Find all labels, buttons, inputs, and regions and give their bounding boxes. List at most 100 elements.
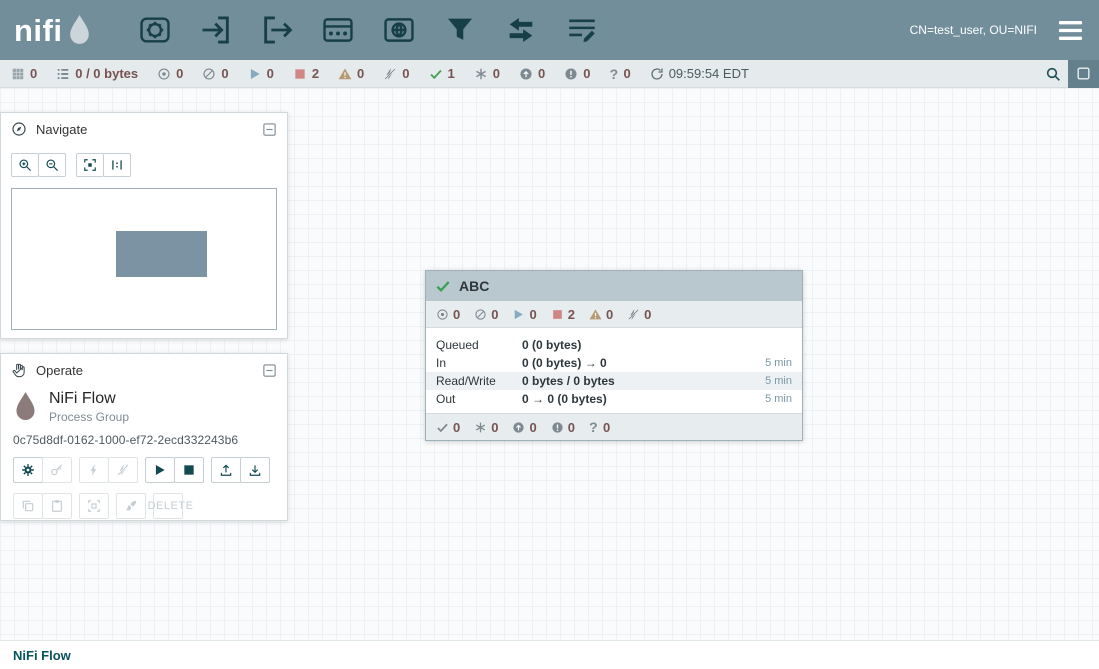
zoom-button-group [11, 153, 66, 177]
compass-icon [11, 121, 27, 137]
minimap-component-rect[interactable] [116, 231, 207, 277]
process-group-abc[interactable]: ABC 0 0 0 2 0 [425, 270, 803, 441]
fill-color-button[interactable] [116, 493, 146, 519]
collapse-operate-icon[interactable] [262, 363, 277, 378]
gear-icon [21, 463, 35, 477]
bolt-icon [87, 463, 101, 477]
collapse-navigate-icon[interactable] [262, 122, 277, 137]
enable-button[interactable] [79, 457, 109, 483]
access-policies-button[interactable] [42, 457, 72, 483]
processor-icon[interactable] [138, 13, 172, 47]
zoom-out-button[interactable] [38, 153, 66, 177]
stat-stopped: 2 [293, 66, 319, 81]
template-group [211, 457, 270, 483]
operate-flow-id: 0c75d8df-0162-1000-ef72-2ecd332243b6 [1, 424, 287, 447]
pg-not-transmitting-count: 0 [491, 307, 498, 322]
pg-locally-modified-stale-count: 0 [568, 420, 575, 435]
pg-stat-invalid: 0 [589, 307, 613, 322]
output-port-icon[interactable] [260, 13, 294, 47]
breadcrumb-root[interactable]: NiFi Flow [13, 648, 71, 663]
running-count: 0 [267, 66, 274, 81]
metric-window: 5 min [765, 393, 792, 405]
upload-template-icon [219, 463, 233, 477]
global-menu-icon[interactable] [1057, 20, 1084, 41]
queued-count: 0 / 0 bytes [75, 66, 138, 81]
key-icon [50, 463, 64, 477]
config-group [13, 457, 72, 483]
zoom-actual-size-button[interactable] [103, 153, 131, 177]
running-icon [248, 67, 262, 81]
pg-sync-failure-count: 0 [603, 420, 610, 435]
navigate-panel-header: Navigate [1, 113, 287, 145]
pg-running-count: 0 [529, 307, 536, 322]
disabled-icon [627, 308, 640, 321]
refresh-icon[interactable] [650, 67, 664, 81]
metric-value: 0 → 0 (0 bytes) [522, 392, 765, 406]
metric-row-in: In 0 (0 bytes) → 0 5 min [426, 354, 802, 372]
flow-status-bar: 0 0 / 0 bytes 0 0 0 2 0 0 [0, 60, 1099, 88]
stat-active-threads: 0 [11, 66, 37, 81]
operate-panel-header: Operate [1, 354, 287, 386]
upload-template-button[interactable] [211, 457, 241, 483]
navigate-panel-title: Navigate [36, 122, 262, 137]
pg-stat-transmitting: 0 [436, 307, 460, 322]
group-button[interactable] [79, 493, 109, 519]
bulletin-board-button[interactable] [1068, 60, 1099, 88]
stat-transmitting: 0 [157, 66, 183, 81]
template-icon[interactable] [504, 13, 538, 47]
pg-stat-not-transmitting: 0 [474, 307, 498, 322]
remote-process-group-icon[interactable] [382, 13, 416, 47]
zoom-fit-button[interactable] [76, 153, 104, 177]
pg-stat-disabled: 0 [627, 307, 651, 322]
download-template-icon [248, 463, 262, 477]
start-button[interactable] [145, 457, 175, 483]
disable-button[interactable] [108, 457, 138, 483]
birdseye-minimap[interactable] [11, 188, 277, 330]
clipboard-group [13, 493, 72, 519]
last-refresh-time: 09:59:54 EDT [669, 66, 749, 81]
run-group [145, 457, 204, 483]
configuration-button[interactable] [13, 457, 43, 483]
operate-flow-type: Process Group [49, 410, 129, 424]
active-threads-icon [11, 67, 25, 81]
locally-modified-icon [474, 67, 488, 81]
process-group-header: ABC [426, 271, 802, 301]
input-port-icon[interactable] [199, 13, 233, 47]
nifi-logo[interactable]: nifi [14, 14, 92, 47]
paste-button[interactable] [42, 493, 72, 519]
search-button[interactable] [1038, 60, 1068, 88]
pg-invalid-count: 0 [606, 307, 613, 322]
metric-value: 0 (0 bytes) [522, 338, 792, 352]
pg-transmitting-count: 0 [453, 307, 460, 322]
flow-canvas[interactable]: Navigate [0, 88, 1099, 640]
copy-button[interactable] [13, 493, 43, 519]
not-transmitting-icon [474, 308, 487, 321]
not-transmitting-count: 0 [221, 66, 228, 81]
zoom-in-icon [18, 158, 32, 172]
metric-row-queued: Queued 0 (0 bytes) [426, 336, 802, 354]
label-icon[interactable] [565, 13, 599, 47]
stat-disabled: 0 [383, 66, 409, 81]
process-group-version-footer: 0 0 0 0 ? 0 [426, 413, 802, 440]
statusbar-right [1038, 60, 1099, 87]
metric-window: 5 min [765, 357, 792, 369]
create-template-button[interactable] [240, 457, 270, 483]
metric-label: Read/Write [436, 374, 522, 388]
operate-toolbar-row-1 [1, 447, 287, 483]
navigate-toolbar [1, 145, 287, 179]
sync-failure-icon: ? [609, 67, 618, 81]
nifi-drop-icon [67, 14, 92, 47]
delete-button[interactable]: DELETE [153, 493, 183, 519]
funnel-icon[interactable] [443, 13, 477, 47]
pg-locally-modified-count: 0 [491, 420, 498, 435]
process-group-icon[interactable] [321, 13, 355, 47]
fit-button-group [76, 153, 131, 177]
current-user: CN=test_user, OU=NIFI [910, 23, 1037, 37]
stop-button[interactable] [174, 457, 204, 483]
stopped-icon [293, 67, 307, 81]
nifi-logo-text: nifi [14, 15, 63, 46]
queued-icon [56, 67, 70, 81]
zoom-in-button[interactable] [11, 153, 39, 177]
invalid-count: 0 [357, 66, 364, 81]
locally-modified-stale-icon [551, 421, 564, 434]
